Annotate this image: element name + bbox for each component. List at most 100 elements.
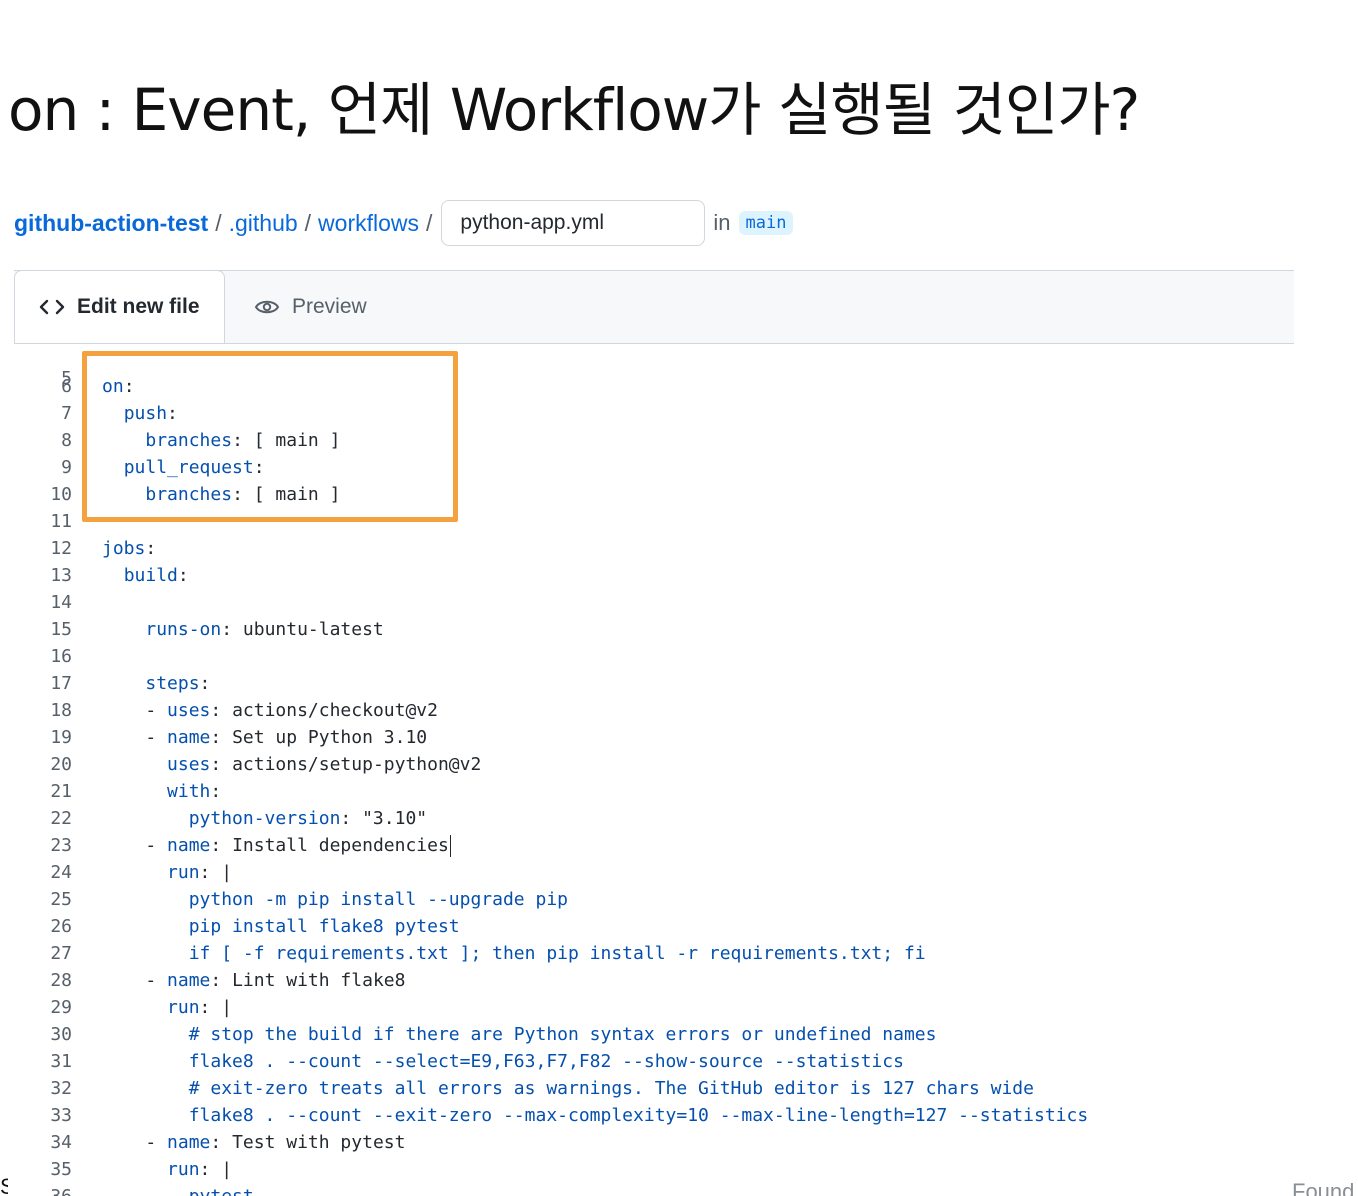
line-number: 24 <box>50 862 72 883</box>
breadcrumb-repo-link[interactable]: github-action-test <box>14 210 208 237</box>
code-text: flake8 . --count --exit-zero --max-compl… <box>102 1102 1088 1129</box>
code-indent: - <box>102 700 168 721</box>
yaml-key: uses <box>167 700 211 721</box>
filename-input[interactable] <box>441 200 706 246</box>
line-number: 6 <box>61 376 72 397</box>
code-text: runs-on: ubuntu-latest <box>102 616 384 643</box>
run-command: python -m pip install --upgrade pip <box>188 889 568 910</box>
code-icon <box>39 297 65 317</box>
breadcrumb-github-folder-link[interactable]: .github <box>229 210 298 237</box>
code-text: python -m pip install --upgrade pip <box>102 886 568 913</box>
code-text: - name: Install dependencies <box>102 832 452 859</box>
yaml-value: : <box>145 538 157 559</box>
breadcrumb-workflows-folder-link[interactable]: workflows <box>318 210 419 237</box>
yaml-value: : [ main ] <box>232 484 341 505</box>
code-text: run: | <box>102 1156 232 1183</box>
code-text: build: <box>102 562 189 589</box>
line-number: 15 <box>50 619 72 640</box>
cropped-edge-text-left: S <box>0 1178 8 1196</box>
yaml-key: push <box>123 403 168 424</box>
run-command: # exit-zero treats all errors as warning… <box>188 1078 1034 1099</box>
yaml-value: : Install dependencies <box>210 835 449 856</box>
yaml-value: : Lint with flake8 <box>210 970 406 991</box>
line-number: 18 <box>50 700 72 721</box>
yaml-key: on <box>102 376 124 397</box>
code-indent: - <box>102 727 168 748</box>
line-number: 36 <box>0 1183 72 1196</box>
code-text: steps: <box>102 670 210 697</box>
code-text: jobs: <box>102 535 156 562</box>
code-text: branches: [ main ] <box>102 427 340 454</box>
run-command: # stop the build if there are Python syn… <box>188 1024 937 1045</box>
line-number: 21 <box>50 781 72 802</box>
line-number: 23 <box>50 835 72 856</box>
code-text: flake8 . --count --select=E9,F63,F7,F82 … <box>102 1048 904 1075</box>
code-text: - uses: actions/checkout@v2 <box>102 697 438 724</box>
code-text: branches: [ main ] <box>102 481 340 508</box>
yaml-key: run <box>167 862 200 883</box>
yaml-value: : ubuntu-latest <box>221 619 384 640</box>
code-text: # stop the build if there are Python syn… <box>102 1021 937 1048</box>
yaml-key: name <box>167 1132 211 1153</box>
code-indent: - <box>102 970 168 991</box>
yaml-key: runs-on <box>145 619 222 640</box>
yaml-value: : actions/checkout@v2 <box>210 700 438 721</box>
yaml-value: : <box>253 457 265 478</box>
code-editor[interactable]: 5 6 on: 7 push: 8 branches: [ main ] 9 pull_… <box>0 342 1300 1196</box>
line-number: 30 <box>50 1024 72 1045</box>
line-number: 7 <box>61 403 72 424</box>
tab-preview-label: Preview <box>292 295 367 318</box>
line-number: 29 <box>50 997 72 1018</box>
code-text: with: <box>102 778 221 805</box>
line-number: 34 <box>50 1132 72 1153</box>
code-text: - name: Set up Python 3.10 <box>102 724 427 751</box>
code-text: pull_request: <box>102 454 265 481</box>
yaml-key: branches <box>145 430 233 451</box>
run-command: pytest <box>189 1186 254 1196</box>
line-number: 13 <box>50 565 72 586</box>
code-text: # exit-zero treats all errors as warning… <box>102 1075 1034 1102</box>
yaml-value: : <box>123 376 135 397</box>
breadcrumb-separator: / <box>426 209 433 236</box>
line-number: 16 <box>50 646 72 667</box>
line-number: 22 <box>50 808 72 829</box>
tab-edit-new-file[interactable]: Edit new file <box>14 270 225 343</box>
yaml-key: jobs <box>102 538 146 559</box>
yaml-value: : <box>177 565 189 586</box>
yaml-key: run <box>167 1159 200 1180</box>
yaml-value: : <box>199 673 211 694</box>
code-text: on: <box>102 373 135 400</box>
tab-preview[interactable]: Preview <box>254 271 367 343</box>
run-command: flake8 . --count --exit-zero --max-compl… <box>188 1105 1089 1126</box>
line-number: 14 <box>50 592 72 613</box>
yaml-value: : | <box>199 862 233 883</box>
yaml-key: name <box>167 835 211 856</box>
text-cursor <box>449 835 452 857</box>
yaml-value: : | <box>199 1159 233 1180</box>
yaml-value: : Set up Python 3.10 <box>210 727 428 748</box>
line-number: 32 <box>50 1078 72 1099</box>
breadcrumb-separator: / <box>304 209 312 236</box>
yaml-value: : <box>210 781 222 802</box>
yaml-key: with <box>167 781 211 802</box>
yaml-key: run <box>167 997 200 1018</box>
yaml-key: steps <box>145 673 200 694</box>
yaml-value: : [ main ] <box>232 430 341 451</box>
code-text: - name: Test with pytest <box>102 1129 405 1156</box>
code-text: run: | <box>102 859 232 886</box>
run-command: if [ -f requirements.txt ]; then pip ins… <box>188 943 926 964</box>
